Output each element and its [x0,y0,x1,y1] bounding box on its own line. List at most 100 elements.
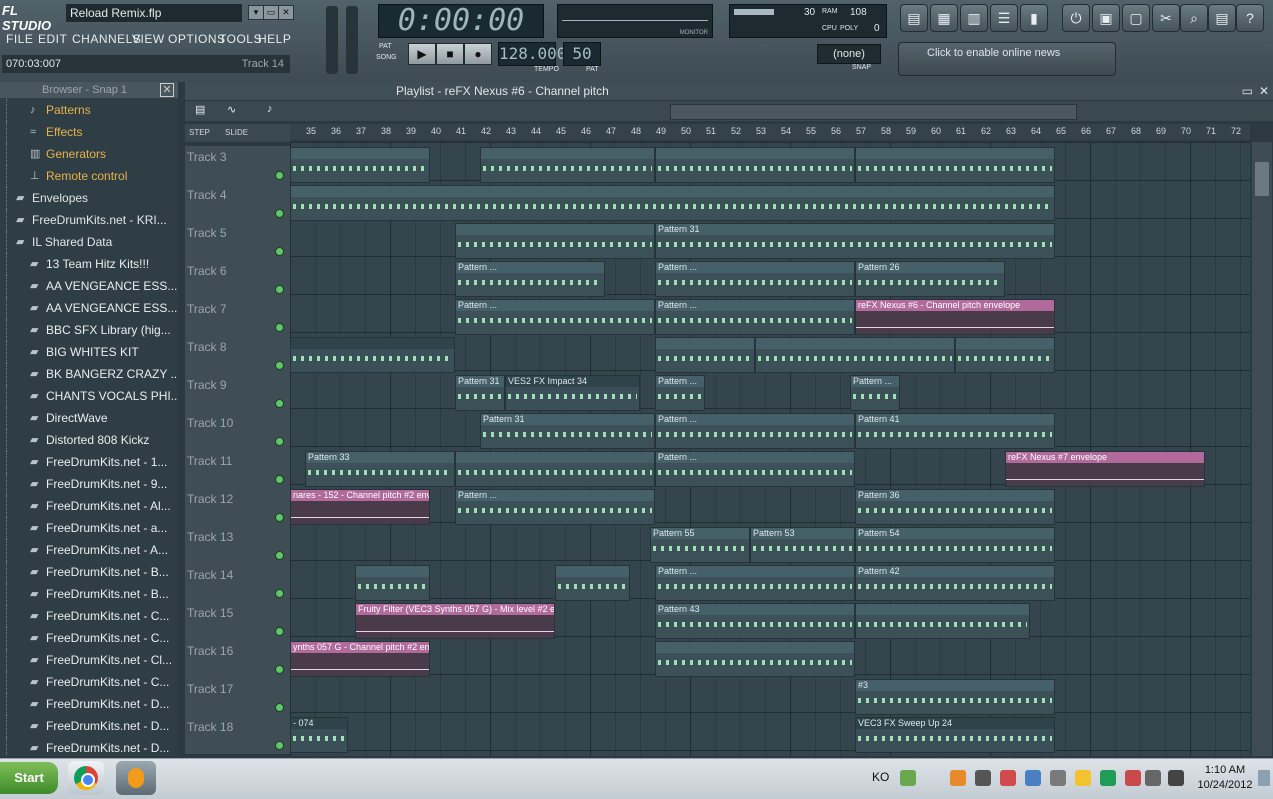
pattern-clip[interactable]: Pattern ... [655,565,855,601]
master-pitch-slider[interactable] [346,6,358,74]
menu-options[interactable]: OPTIONS [168,28,226,50]
media-tray-icon[interactable] [1100,770,1116,786]
browser-item[interactable]: ▰ BIG WHITES KIT [0,341,178,363]
browser-item[interactable]: ▰ FreeDrumKits.net - B... [0,583,178,605]
piano-roll-icon[interactable]: ▥ [960,4,988,32]
record-settings-icon[interactable]: ▢ [1122,4,1150,32]
track-header[interactable]: Track 4 [185,184,290,223]
browser-item[interactable]: ▰ FreeDrumKits.net - 1... [0,451,178,473]
playlist-icon[interactable]: ▤ [900,4,928,32]
timeline-ruler[interactable]: 35 36 37 38 39 40 41 42 43 44 45 46 47 48 49 50 51 52 53 54… [290,124,1250,140]
slide-option[interactable]: SLIDE [225,128,248,137]
pattern-clip[interactable] [655,147,855,183]
automation-clip[interactable]: ynths 057 G - Channel pitch #2 env... [290,641,430,677]
step-sequencer-icon[interactable]: ▦ [930,4,958,32]
track-header[interactable]: Track 17 [185,678,290,717]
browser-item[interactable]: ▰ FreeDrumKits.net - D... [0,715,178,737]
track-header[interactable]: Track 12 [185,488,290,527]
audio-clip[interactable]: - 074 [290,717,348,753]
antivirus-tray-icon[interactable] [1125,770,1141,786]
pattern-clip[interactable]: Pattern ... [455,261,605,297]
pattern-clip[interactable]: Pattern ... [455,489,655,525]
menu-view[interactable]: VIEW [132,28,165,50]
chrome-icon[interactable] [68,761,104,795]
browser-item[interactable]: ▰ FreeDrumKits.net - KRI... [0,209,178,231]
browser-item[interactable]: ▥ Generators [0,143,178,165]
mixer-icon[interactable]: ▮ [1020,4,1048,32]
browser-item[interactable]: ▰ FreeDrumKits.net - C... [0,605,178,627]
browser-item[interactable]: ▰ FreeDrumKits.net - C... [0,671,178,693]
browser-item[interactable]: ▰ FreeDrumKits.net - C... [0,627,178,649]
track-mute-led[interactable] [275,361,284,370]
pattern-clip[interactable] [755,337,955,373]
browser-item[interactable]: ▰ AA VENGEANCE ESS... [0,275,178,297]
snap-select[interactable]: (none) [817,44,881,64]
fl-studio-taskbar-icon[interactable] [116,761,156,795]
security-tray-icon[interactable] [1000,770,1016,786]
save-icon[interactable]: ▣ [1092,4,1120,32]
pattern-clip[interactable]: Pattern 31 [655,223,1055,259]
cut-icon[interactable]: ✂ [1152,4,1180,32]
pattern-clip[interactable]: Pattern ... [455,299,655,335]
pattern-clip[interactable] [355,565,430,601]
pattern-clip[interactable] [655,641,855,677]
dropdown-arrow-icon[interactable]: ▾ [248,5,264,20]
browser-item[interactable]: ▰ Distorted 808 Kickz [0,429,178,451]
automation-mode-icon[interactable]: ∿ [227,103,236,116]
pattern-clip[interactable] [455,451,655,487]
track-mute-led[interactable] [275,475,284,484]
browser-item[interactable]: ▰ CHANTS VOCALS PHI... [0,385,178,407]
track-header[interactable]: Track 5 [185,222,290,261]
network-tray-icon[interactable] [975,770,991,786]
zoom-icon[interactable]: ⌕ [1180,4,1208,32]
browser-item[interactable]: ≈ Effects [0,121,178,143]
taskbar-clock[interactable]: 1:10 AM 10/24/2012 [1192,763,1258,795]
pattern-clip[interactable]: #3 [855,679,1055,715]
pattern-mode-icon[interactable]: ▤ [195,103,205,116]
pattern-clip[interactable] [455,223,655,259]
browser-item[interactable]: ▰ BBC SFX Library (hig... [0,319,178,341]
track-mute-led[interactable] [275,665,284,674]
usb-tray-icon[interactable] [1145,770,1161,786]
automation-clip[interactable]: nares - 152 - Channel pitch #2 enve... [290,489,430,525]
track-mute-led[interactable] [275,703,284,712]
pattern-clip[interactable] [855,603,1030,639]
browser-item[interactable]: ▰ AA VENGEANCE ESS... [0,297,178,319]
pattern-clip[interactable] [555,565,630,601]
browser-close-icon[interactable]: ✕ [160,83,174,97]
track-header[interactable]: Track 16 [185,640,290,679]
pattern-number[interactable]: 50 [563,42,601,66]
track-header[interactable]: Track 6 [185,260,290,299]
pattern-clip[interactable] [290,185,1055,221]
browser-item[interactable]: ▰ FreeDrumKits.net - A... [0,539,178,561]
browser-item[interactable]: ▰ BK BANGERZ CRAZY ... [0,363,178,385]
play-button[interactable]: ▶ [408,43,436,65]
browser-item[interactable]: ▰ FreeDrumKits.net - Cl... [0,649,178,671]
browser-item[interactable]: ▰ Envelopes [0,187,178,209]
vertical-scrollbar[interactable] [1252,142,1272,756]
pattern-clip[interactable]: Pattern ... [655,413,855,449]
track-mute-led[interactable] [275,399,284,408]
browser-item[interactable]: ▰ FreeDrumKits.net - D... [0,737,178,756]
pattern-clip[interactable]: Pattern ... [850,375,900,411]
master-volume-slider[interactable] [326,6,338,74]
browser-item[interactable]: ▰ FreeDrumKits.net - D... [0,693,178,715]
show-desktop-button[interactable] [1258,770,1270,786]
horizontal-scrollbar[interactable] [670,104,1077,120]
track-header[interactable]: Track 18 [185,716,290,755]
track-mute-led[interactable] [275,323,284,332]
song-time-display[interactable]: 0:00:00 [378,4,544,38]
device-tray-icon[interactable] [1050,770,1066,786]
playlist-detach-icon[interactable]: ▭ [1242,82,1253,100]
recording-options[interactable] [615,43,805,77]
browser-item[interactable]: ♪ Patterns [0,99,178,121]
browser-item[interactable]: ⊥ Remote control [0,165,178,187]
track-header[interactable]: Track 14 [185,564,290,603]
pattern-clip[interactable]: Pattern 31 [480,413,655,449]
track-header[interactable]: Track 11 [185,450,290,489]
track-mute-led[interactable] [275,513,284,522]
audio-clip[interactable] [290,337,455,373]
track-mute-led[interactable] [275,741,284,750]
scroll-thumb[interactable] [1255,162,1269,196]
track-mute-led[interactable] [275,209,284,218]
